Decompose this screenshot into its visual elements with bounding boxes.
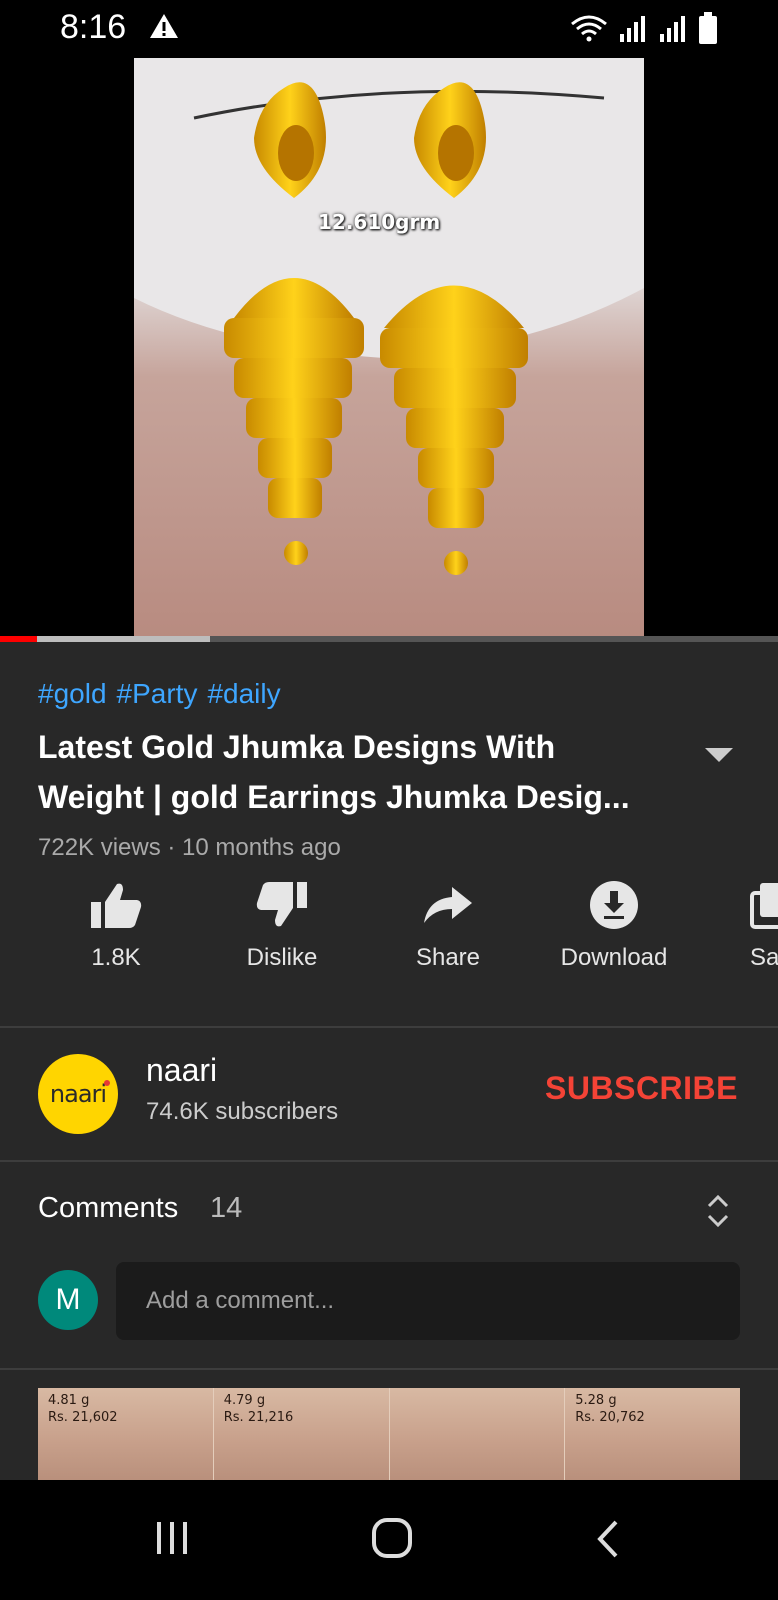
preview-weight: 4.81 g [48,1393,90,1408]
save-button[interactable]: Sa [700,870,778,972]
next-video-preview[interactable]: 4.81 g Rs. 21,602 4.79 g Rs. 21,216 5.28 g… [38,1388,740,1480]
dislike-label: Dislike [246,944,318,971]
divider [0,1026,778,1028]
hashtag-link[interactable]: #daily [207,678,280,709]
preview-weight: 4.79 g [223,1393,266,1408]
system-nav-bar [0,1480,778,1600]
thumbs-down-icon [256,882,307,927]
preview-tile: 4.79 g Rs. 21,216 [212,1388,389,1480]
video-thumbnail [134,58,644,638]
thumbs-up-icon [91,883,142,928]
user-avatar: M [38,1270,98,1330]
video-meta: 722K views · 10 months ago [38,834,341,861]
back-button[interactable] [594,1518,622,1560]
preview-price: Rs. 21,216 [223,1410,294,1425]
chevron-down-icon [705,748,733,762]
preview-price: Rs. 20,762 [575,1410,645,1425]
expand-description-button[interactable] [702,742,736,766]
dislike-button[interactable]: Dislike [202,870,362,972]
subscribe-button[interactable]: SUBSCRIBE [545,1070,738,1107]
expand-comments-button[interactable] [706,1192,730,1235]
channel-name[interactable]: naari [146,1052,217,1089]
preview-tile: 5.28 g Rs. 20,762 [564,1388,740,1480]
save-playlist-icon [750,883,778,929]
preview-tile: 4.81 g Rs. 21,602 [38,1388,213,1480]
logo-dot [104,1080,111,1086]
hashtag-link[interactable]: #Party [117,678,198,709]
status-bar: 8:16 [0,0,778,58]
action-bar: 1.8K Dislike Share Download Sa [0,870,778,980]
recent-apps-button[interactable] [154,1518,190,1558]
jhumka-earrings-image [134,58,644,575]
divider [0,1368,778,1370]
comments-heading[interactable]: Comments [38,1192,178,1225]
preview-price: Rs. 21,602 [48,1410,118,1425]
status-time: 8:16 [60,8,127,46]
video-title-line2: Weight | gold Earrings Jhumka Desig... [38,779,630,815]
download-button[interactable]: Download [534,870,694,972]
share-label: Share [415,944,481,971]
home-button[interactable] [370,1516,414,1560]
channel-logo-text: naari [50,1080,111,1108]
hashtags: #gold #Party #daily [38,678,291,710]
divider [0,1160,778,1162]
battery-icon [699,12,717,44]
weight-overlay-text: 12.610grm [318,210,441,234]
unfold-icon [707,1194,729,1228]
download-label: Download [560,944,668,971]
save-label: Sa [750,944,778,971]
preview-weight: 5.28 g [575,1393,617,1408]
video-player[interactable]: 12.610grm [0,58,778,638]
status-icons [570,12,718,44]
video-title[interactable]: Latest Gold Jhumka Designs With Weight |… [38,722,658,822]
video-title-line1: Latest Gold Jhumka Designs With [38,729,556,765]
preview-tile [388,1388,565,1480]
warning-icon [148,12,180,45]
download-icon [590,881,638,929]
channel-avatar[interactable]: naari [38,1054,118,1134]
like-count: 1.8K [91,944,141,971]
share-button[interactable]: Share [368,870,528,972]
video-info-panel: #gold #Party #daily Latest Gold Jhumka Des… [0,642,778,1480]
comments-count: 14 [210,1192,243,1224]
signal-icon [620,16,645,42]
hashtag-link[interactable]: #gold [38,678,107,709]
wifi-icon [571,15,607,42]
share-icon [424,887,472,923]
like-button[interactable]: 1.8K [36,870,196,972]
channel-subscriber-count: 74.6K subscribers [146,1098,339,1125]
signal-icon-2 [660,16,685,42]
add-comment-input[interactable]: Add a comment... [116,1262,740,1340]
